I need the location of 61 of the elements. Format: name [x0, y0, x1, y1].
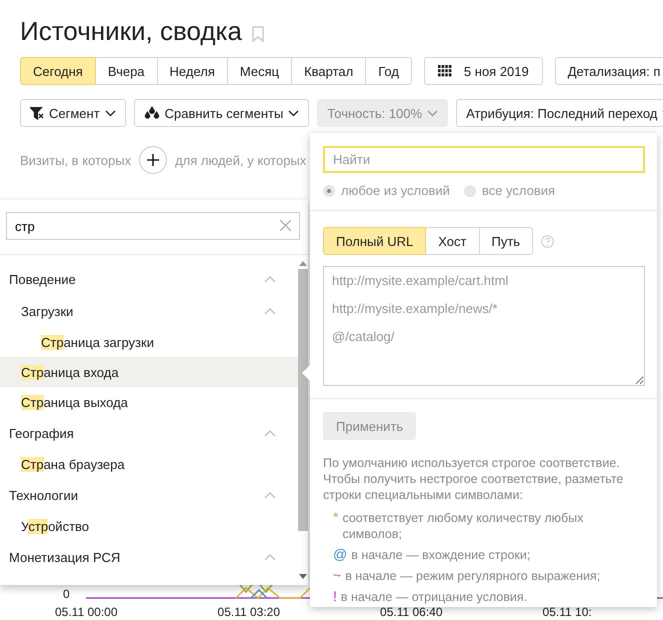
chevron-icon — [264, 492, 276, 498]
url-tab[interactable]: Полный URL — [323, 227, 426, 255]
help-text: По умолчанию используется строгое соответствие. Чтобы получить нестрогое соответствие, разметьте строки специальными символами: — [323, 455, 624, 503]
category-item[interactable]: Загрузки — [0, 295, 298, 327]
chevron-icon — [264, 276, 276, 282]
axis-label: 0 — [63, 587, 70, 601]
category-item[interactable]: Поведение — [0, 263, 298, 295]
axis-label: 05.11 00:00 — [55, 605, 118, 619]
attribute-item[interactable]: Страница входа — [0, 357, 298, 387]
rule-symbol: * — [333, 509, 338, 525]
scroll-up-icon[interactable] — [299, 261, 307, 266]
bookmark-icon[interactable] — [252, 26, 264, 42]
chevron-down-icon — [104, 110, 116, 116]
axis-label: 05.11 10: — [542, 605, 592, 619]
chevron-down-icon — [288, 110, 300, 116]
url-tab[interactable]: Путь — [480, 227, 534, 255]
calendar-icon — [438, 65, 452, 77]
drops-icon — [144, 106, 160, 120]
rule-text: в начале — вхождение строки; — [351, 547, 530, 563]
chevron-icon — [264, 554, 276, 560]
filter-icon — [30, 106, 44, 120]
rule-text: соответствует любому количеству любых символов; — [342, 510, 584, 542]
period-tab[interactable]: Вчера — [96, 57, 158, 85]
rule-text: в начале — отрицание условия. — [340, 589, 528, 605]
add-condition-button[interactable] — [139, 146, 168, 174]
chevron-icon — [264, 430, 276, 436]
rule-text: в начале — режим регулярного выражения; — [345, 568, 600, 584]
rule-symbol: ! — [333, 588, 337, 604]
segment-label: для людей, у которых — [175, 152, 306, 168]
page-title: Источники, сводка — [20, 16, 242, 46]
axis-label: 05.11 06:40 — [380, 605, 443, 619]
period-tab[interactable]: Год — [366, 57, 412, 85]
attribute-item[interactable]: Страница выхода — [0, 387, 298, 417]
date-button[interactable]: 5 ноя 2019 — [424, 57, 543, 85]
close-icon[interactable] — [280, 220, 291, 231]
detail-dropdown[interactable]: Детализация: п — [554, 57, 663, 85]
filter-dropdown[interactable]: Сегмент — [20, 99, 126, 127]
rule-symbol: ~ — [333, 567, 342, 583]
attribute-item[interactable]: Страница загрузки — [0, 327, 298, 357]
period-tab[interactable]: Сегодня — [20, 57, 96, 85]
url-tab[interactable]: Хост — [426, 227, 480, 255]
chevron-icon — [264, 308, 276, 314]
help-icon[interactable] — [541, 234, 554, 248]
category-item[interactable]: Технологии — [0, 479, 298, 511]
axis-label: 05.11 03:20 — [218, 605, 280, 619]
scroll-down-icon[interactable] — [299, 574, 307, 579]
period-tab[interactable]: Квартал — [292, 57, 366, 85]
chevron-down-icon — [427, 110, 438, 116]
period-tab[interactable]: Месяц — [228, 57, 292, 85]
filter-dropdown[interactable]: Атрибуция: Последний переход — [456, 99, 663, 127]
plus-icon — [147, 154, 160, 166]
segment-label: Визиты, в которых — [20, 152, 132, 168]
values-field[interactable]: http://mysite.example/cart.html http://mysite.example/news/* @/catalog/ — [323, 266, 645, 386]
rule-symbol: @ — [333, 546, 348, 562]
category-item[interactable]: География — [0, 417, 298, 449]
search-field[interactable]: стр — [6, 212, 300, 240]
filter-dropdown[interactable]: Сравнить сегменты — [134, 99, 310, 127]
attribute-item[interactable]: Страна браузера — [0, 449, 298, 479]
search-field[interactable]: Найти — [323, 146, 645, 173]
period-tab[interactable]: Неделя — [158, 57, 228, 85]
category-item[interactable]: Монетизация РСЯ — [0, 541, 298, 573]
